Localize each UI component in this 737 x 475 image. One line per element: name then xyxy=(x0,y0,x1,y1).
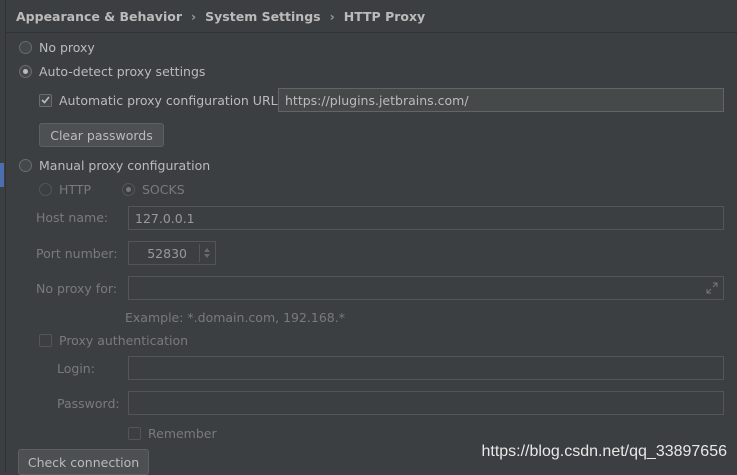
no-proxy-example: Example: *.domain.com, 192.168.* xyxy=(125,310,345,325)
breadcrumb: Appearance & Behavior › System Settings … xyxy=(16,6,425,26)
password-input[interactable] xyxy=(128,391,724,415)
auto-detect-option[interactable]: Auto-detect proxy settings xyxy=(19,61,205,81)
breadcrumb-item-system-settings[interactable]: System Settings xyxy=(205,9,320,24)
host-name-label: Host name: xyxy=(36,210,109,225)
manual-proxy-radio[interactable] xyxy=(19,158,32,172)
no-proxy-radio[interactable] xyxy=(19,40,32,54)
proxy-auth-checkbox[interactable] xyxy=(39,333,52,347)
breadcrumb-item-http-proxy: HTTP Proxy xyxy=(343,8,426,24)
auto-config-url-label: Automatic proxy configuration URL: xyxy=(59,92,282,108)
check-connection-button[interactable]: Check connection xyxy=(18,449,149,475)
proxy-auth-option[interactable]: Proxy authentication xyxy=(39,330,188,350)
no-proxy-label: No proxy xyxy=(39,39,95,55)
remember-option[interactable]: Remember xyxy=(128,423,217,443)
login-input[interactable] xyxy=(128,356,724,380)
manual-proxy-option[interactable]: Manual proxy configuration xyxy=(19,155,210,175)
breadcrumb-separator-icon: › xyxy=(191,8,197,24)
http-option[interactable]: HTTP xyxy=(39,179,91,199)
port-number-label: Port number: xyxy=(36,246,118,261)
breadcrumb-item-appearance[interactable]: Appearance & Behavior xyxy=(16,9,182,24)
socks-label: SOCKS xyxy=(142,181,185,197)
password-label: Password: xyxy=(57,396,120,411)
http-label: HTTP xyxy=(59,181,91,197)
port-number-value: 52830 xyxy=(147,245,187,261)
auto-config-url-checkbox[interactable] xyxy=(39,93,52,107)
socks-radio[interactable] xyxy=(122,182,135,196)
auto-config-url-option[interactable]: Automatic proxy configuration URL: xyxy=(39,90,282,110)
auto-detect-radio[interactable] xyxy=(19,64,32,78)
no-proxy-for-input[interactable] xyxy=(128,276,724,300)
no-proxy-for-label: No proxy for: xyxy=(36,281,117,296)
host-name-input[interactable]: 127.0.0.1 xyxy=(128,206,724,230)
auto-detect-label: Auto-detect proxy settings xyxy=(39,63,206,79)
auto-config-url-input[interactable]: https://plugins.jetbrains.com/ xyxy=(278,88,724,112)
checkmark-icon xyxy=(41,96,50,104)
socks-option[interactable]: SOCKS xyxy=(122,179,185,199)
login-label: Login: xyxy=(57,361,95,376)
no-proxy-option[interactable]: No proxy xyxy=(19,37,95,57)
stepper-arrows-icon[interactable] xyxy=(199,244,213,262)
remember-checkbox[interactable] xyxy=(128,426,141,440)
remember-label: Remember xyxy=(148,425,217,441)
watermark-text: https://blog.csdn.net/qq_33897656 xyxy=(481,443,727,460)
expand-icon[interactable] xyxy=(706,282,718,294)
breadcrumb-separator-icon: › xyxy=(329,8,335,24)
manual-proxy-label: Manual proxy configuration xyxy=(39,157,211,173)
header-divider xyxy=(5,32,737,33)
http-radio[interactable] xyxy=(39,182,52,196)
port-number-stepper[interactable]: 52830 xyxy=(128,241,216,265)
settings-tree-edge xyxy=(0,0,6,472)
clear-passwords-button[interactable]: Clear passwords xyxy=(39,123,164,147)
proxy-auth-label: Proxy authentication xyxy=(59,332,189,348)
settings-tree-selection xyxy=(0,163,4,187)
